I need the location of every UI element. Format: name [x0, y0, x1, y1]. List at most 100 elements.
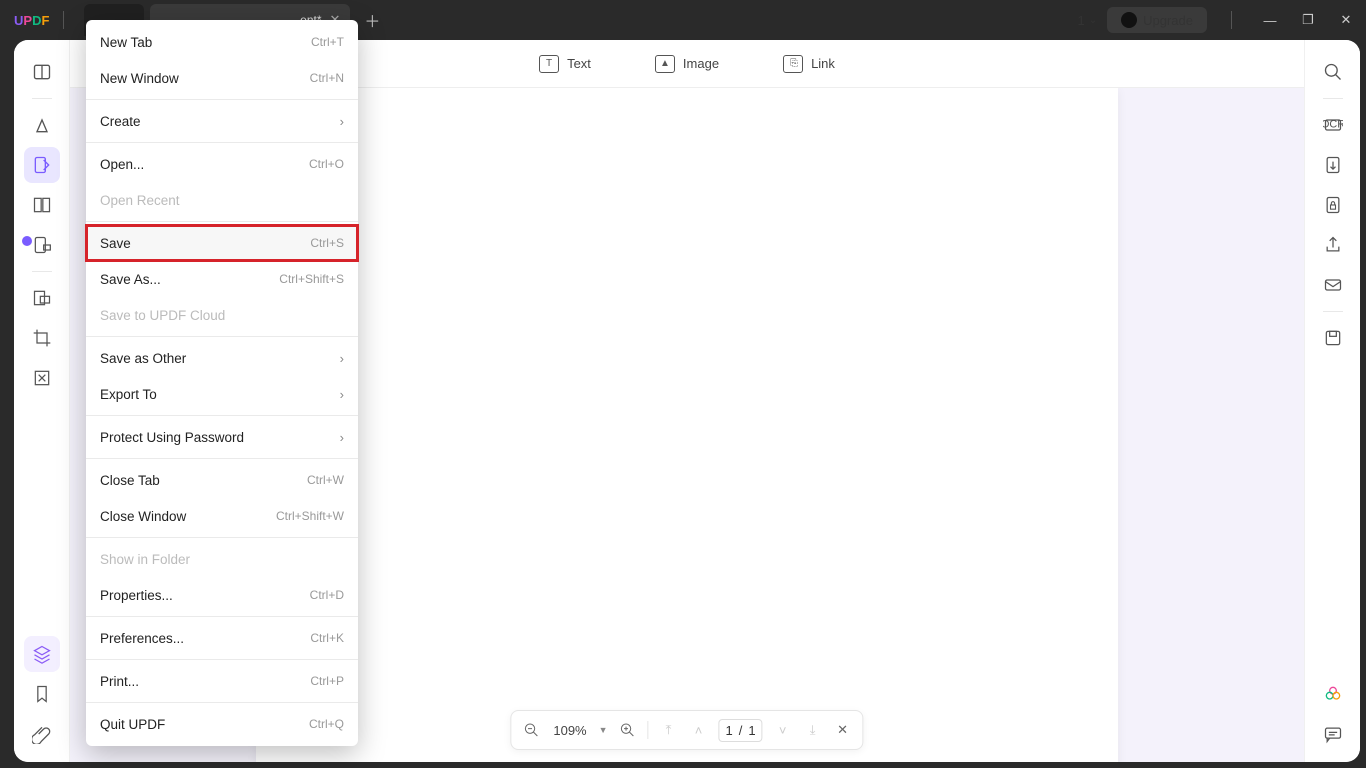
menu-quit[interactable]: Quit UPDFCtrl+Q: [86, 706, 358, 742]
active-mode-indicator: [22, 236, 32, 246]
zoom-in-icon: [620, 722, 636, 738]
email-icon: [1323, 275, 1343, 295]
next-page-button[interactable]: ˅: [773, 720, 793, 740]
attachments-button[interactable]: [24, 716, 60, 752]
chevron-down-icon: ⌄: [1089, 15, 1097, 26]
menu-show-folder: Show in Folder: [86, 541, 358, 577]
ocr-button[interactable]: OCR: [1315, 107, 1351, 143]
rail-divider: [32, 98, 52, 99]
menu-separator: [86, 415, 358, 416]
menu-properties[interactable]: Properties...Ctrl+D: [86, 577, 358, 613]
comment-icon: [1323, 724, 1343, 744]
chevron-right-icon: ›: [340, 387, 344, 402]
comments-button[interactable]: [1315, 716, 1351, 752]
marker-icon: [32, 115, 52, 135]
menu-save-cloud: Save to UPDF Cloud: [86, 297, 358, 333]
zoom-out-icon: [523, 722, 539, 738]
pages-icon: [32, 195, 52, 215]
link-tool[interactable]: ⎘ Link: [783, 55, 835, 73]
menu-print[interactable]: Print...Ctrl+P: [86, 663, 358, 699]
convert-icon: [1323, 155, 1343, 175]
edit-page-icon: [32, 155, 52, 175]
menu-close-tab[interactable]: Close TabCtrl+W: [86, 462, 358, 498]
menu-separator: [86, 458, 358, 459]
page-1[interactable]: [256, 88, 1118, 762]
prev-page-button[interactable]: ˄: [689, 720, 709, 740]
maximize-button[interactable]: ❐: [1294, 12, 1322, 28]
save-cloud-button[interactable]: [1315, 320, 1351, 356]
crop-icon: [32, 328, 52, 348]
menu-new-window[interactable]: New WindowCtrl+N: [86, 60, 358, 96]
notification-count[interactable]: 1 ⌄: [1078, 13, 1098, 28]
close-zoombar-button[interactable]: ✕: [833, 720, 853, 740]
zoom-pager-bar: 109% ▼ ⤒ ˄ 1 / 1 ˅ ⤓ ✕: [510, 710, 863, 750]
highlight-button[interactable]: [24, 107, 60, 143]
book-icon: [32, 62, 52, 82]
chevron-right-icon: ›: [340, 351, 344, 366]
protect-button[interactable]: [1315, 187, 1351, 223]
menu-separator: [86, 702, 358, 703]
share-icon: [1323, 235, 1343, 255]
separator: [648, 721, 649, 739]
page-indicator[interactable]: 1 / 1: [719, 719, 763, 742]
menu-save-other[interactable]: Save as Other›: [86, 340, 358, 376]
image-tool[interactable]: ▲ Image: [655, 55, 719, 73]
zoom-dropdown[interactable]: ▼: [599, 725, 608, 735]
menu-protect[interactable]: Protect Using Password›: [86, 419, 358, 455]
search-icon: [1323, 62, 1343, 82]
layers-icon: [32, 644, 52, 664]
file-menu: New TabCtrl+T New WindowCtrl+N Create› O…: [86, 20, 358, 746]
bookmark-icon: [32, 684, 52, 704]
rail-divider: [1323, 311, 1343, 312]
email-button[interactable]: [1315, 267, 1351, 303]
minimize-button[interactable]: —: [1256, 13, 1284, 28]
convert-button[interactable]: [1315, 147, 1351, 183]
menu-export[interactable]: Export To›: [86, 376, 358, 412]
menu-open-recent: Open Recent: [86, 182, 358, 218]
first-page-button[interactable]: ⤒: [659, 720, 679, 740]
text-icon: T: [539, 55, 559, 73]
menu-save[interactable]: SaveCtrl+S: [86, 225, 358, 261]
right-rail: OCR: [1304, 40, 1360, 762]
separator: [63, 11, 64, 29]
zoom-out-button[interactable]: [521, 720, 541, 740]
search-button[interactable]: [1315, 54, 1351, 90]
svg-text:OCR: OCR: [1323, 119, 1343, 131]
chevron-right-icon: ›: [340, 114, 344, 129]
image-icon: ▲: [655, 55, 675, 73]
last-page-button[interactable]: ⤓: [803, 720, 823, 740]
redact-button[interactable]: [24, 280, 60, 316]
menu-separator: [86, 221, 358, 222]
compress-button[interactable]: [24, 360, 60, 396]
zoom-in-button[interactable]: [618, 720, 638, 740]
menu-close-window[interactable]: Close WindowCtrl+Shift+W: [86, 498, 358, 534]
bookmarks-button[interactable]: [24, 676, 60, 712]
menu-save-as[interactable]: Save As...Ctrl+Shift+S: [86, 261, 358, 297]
ai-button[interactable]: [1315, 676, 1351, 712]
reader-mode-button[interactable]: [24, 54, 60, 90]
upgrade-button[interactable]: Upgrade: [1107, 7, 1207, 33]
left-rail: [14, 40, 70, 762]
add-tab-button[interactable]: ＋: [364, 8, 380, 32]
layers-button[interactable]: [24, 636, 60, 672]
share-button[interactable]: [1315, 227, 1351, 263]
paperclip-icon: [32, 724, 52, 744]
crop-button[interactable]: [24, 320, 60, 356]
edit-mode-button[interactable]: [24, 147, 60, 183]
compress-icon: [32, 368, 52, 388]
chevron-right-icon: ›: [340, 430, 344, 445]
text-tool[interactable]: T Text: [539, 55, 591, 73]
menu-new-tab[interactable]: New TabCtrl+T: [86, 24, 358, 60]
organize-pages-button[interactable]: [24, 187, 60, 223]
rail-divider: [32, 271, 52, 272]
menu-preferences[interactable]: Preferences...Ctrl+K: [86, 620, 358, 656]
close-window-button[interactable]: ✕: [1332, 12, 1360, 28]
redact-icon: [32, 288, 52, 308]
titlebar-right: 1 ⌄ Upgrade — ❐ ✕: [1078, 7, 1361, 33]
menu-open[interactable]: Open...Ctrl+O: [86, 146, 358, 182]
menu-separator: [86, 99, 358, 100]
flower-icon: [1323, 684, 1343, 704]
link-icon: ⎘: [783, 55, 803, 73]
menu-create[interactable]: Create›: [86, 103, 358, 139]
lock-document-icon: [1323, 195, 1343, 215]
